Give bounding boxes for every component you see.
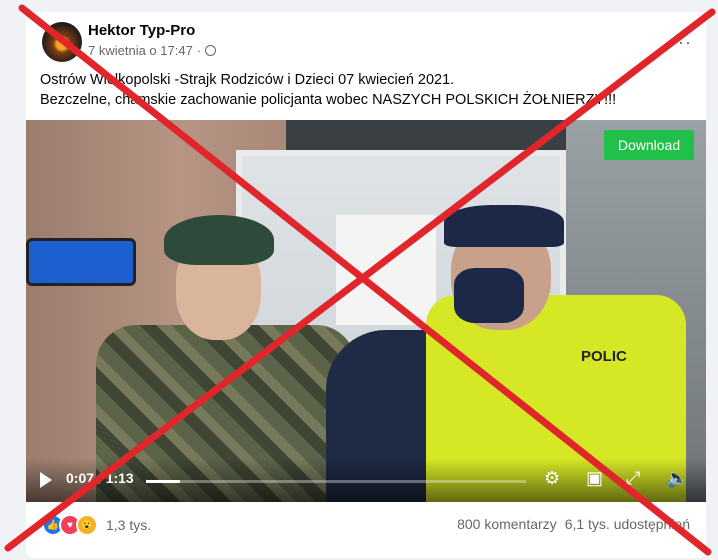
video-player[interactable]: POLIC Download 0:07 / 1:13 ⚙ ▣ ⤢ 🔈 [26, 120, 706, 502]
separator: · [196, 43, 202, 58]
progress-track[interactable] [146, 480, 526, 483]
post-card: Hektor Typ-Pro 7 kwietnia o 17:47 · ··· … [26, 12, 706, 558]
post-footer: 👍 ♥ 😮 1,3 tys. 800 komentarzy 6,1 tys. u… [26, 502, 706, 558]
post-meta: 7 kwietnia o 17:47 · [88, 43, 217, 58]
reactions-count[interactable]: 1,3 tys. [106, 517, 151, 533]
video-time: 0:07 / 1:13 [66, 470, 134, 486]
video-frame-mask [454, 268, 524, 323]
video-frame-paper [336, 215, 436, 325]
post-text-line: Bezczelne, chamskie zachowanie policjant… [40, 92, 617, 108]
globe-icon [205, 45, 217, 56]
video-controls: 0:07 / 1:13 ⚙ ▣ ⤢ 🔈 [26, 458, 706, 502]
fullscreen-icon[interactable]: ⤢ [626, 468, 640, 489]
shares-count[interactable]: 6,1 tys. udostępnień [565, 516, 690, 532]
volume-icon[interactable]: 🔈 [666, 468, 688, 489]
post-text-line: Ostrów Wielkopolski -Strajk Rodziców i D… [40, 72, 455, 88]
post-text: Ostrów Wielkopolski -Strajk Rodziców i D… [40, 70, 690, 110]
play-icon[interactable] [40, 472, 52, 488]
avatar[interactable] [42, 22, 82, 62]
more-options-icon[interactable]: ··· [671, 32, 692, 53]
post-stats: 800 komentarzy 6,1 tys. udostępnień [457, 516, 690, 532]
pip-icon[interactable]: ▣ [586, 468, 603, 489]
video-frame-phone [26, 238, 136, 286]
author-name[interactable]: Hektor Typ-Pro [88, 22, 195, 39]
video-frame-beret [164, 215, 274, 265]
download-button[interactable]: Download [604, 130, 694, 160]
wow-icon: 😮 [76, 514, 98, 536]
vest-text: POLIC [581, 348, 627, 365]
progress-fill [146, 480, 181, 483]
settings-icon[interactable]: ⚙ [544, 468, 560, 489]
reactions[interactable]: 👍 ♥ 😮 1,3 tys. [42, 514, 151, 536]
video-frame-cap [444, 205, 564, 247]
post-date[interactable]: 7 kwietnia o 17:47 [88, 43, 193, 58]
comments-count[interactable]: 800 komentarzy [457, 516, 557, 532]
